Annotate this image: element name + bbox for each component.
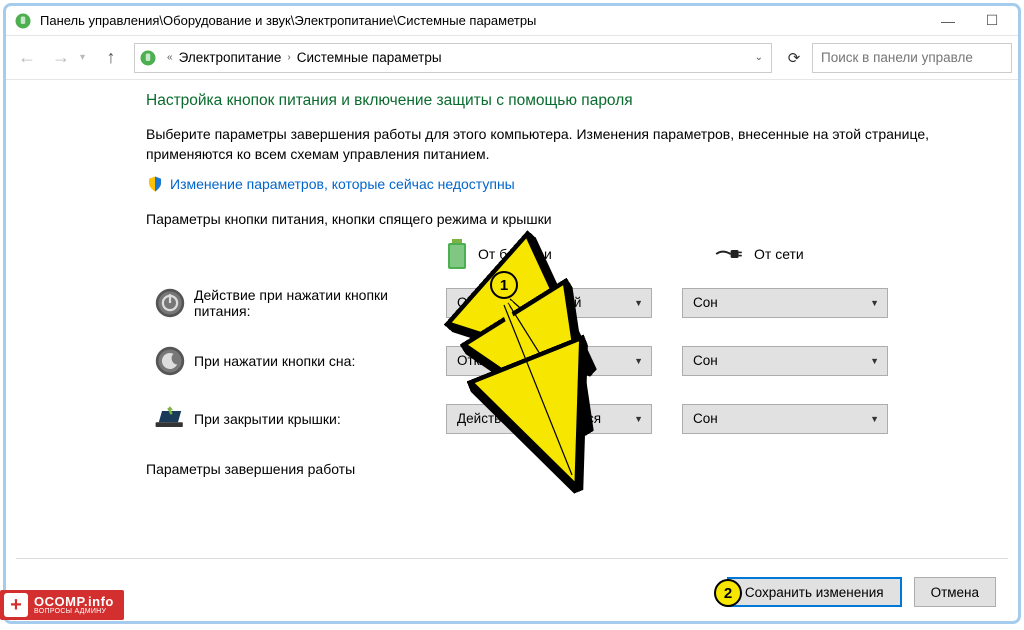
- page-heading: Настройка кнопок питания и включение защ…: [146, 92, 982, 110]
- col-battery-label: От батареи: [478, 246, 552, 262]
- power-button-icon: [154, 287, 186, 319]
- window-container: Панель управления\Оборудование и звук\Эл…: [3, 3, 1021, 624]
- sleep-battery-combo[interactable]: Отключить дисплей▼: [446, 346, 652, 376]
- page-description: Выберите параметры завершения работы для…: [146, 124, 982, 165]
- power-ac-combo[interactable]: Сон▼: [682, 288, 888, 318]
- chevron-down-icon: ▼: [870, 298, 879, 308]
- breadcrumb-item-1[interactable]: Системные параметры: [297, 50, 442, 65]
- row-power-label: Действие при нажатии кнопки питания:: [194, 287, 446, 319]
- lid-ac-combo[interactable]: Сон▼: [682, 404, 888, 434]
- section-shutdown-header: Параметры завершения работы: [146, 461, 982, 477]
- up-button[interactable]: ↑: [96, 43, 126, 73]
- chevron-down-icon: ▼: [634, 298, 643, 308]
- sleep-ac-combo[interactable]: Сон▼: [682, 346, 888, 376]
- lid-battery-combo[interactable]: Действие не требуется▼: [446, 404, 652, 434]
- settings-grid: От батареи От сети Действие при нажатии …: [146, 239, 982, 435]
- row-power-button: Действие при нажатии кнопки питания: Отк…: [146, 287, 982, 319]
- back-button[interactable]: ←: [12, 43, 42, 73]
- titlebar: Панель управления\Оборудование и звук\Эл…: [6, 6, 1018, 36]
- address-bar[interactable]: « Электропитание › Системные параметры ⌄: [134, 43, 772, 73]
- row-sleep-button: При нажатии кнопки сна: Отключить диспле…: [146, 345, 982, 377]
- annotation-badge-2: 2: [714, 579, 742, 607]
- power-options-icon: [139, 49, 157, 67]
- search-input[interactable]: [821, 50, 1003, 65]
- annotation-badge-1: 1: [490, 271, 518, 299]
- breadcrumb-left-chevron: «: [167, 52, 173, 63]
- uac-link-row: Изменение параметров, которые сейчас нед…: [146, 175, 982, 193]
- chevron-down-icon: ▼: [870, 356, 879, 366]
- cancel-button[interactable]: Отмена: [914, 577, 996, 607]
- row-lid-label: При закрытии крышки:: [194, 411, 446, 427]
- shield-icon: [146, 175, 164, 193]
- col-ac-header: От сети: [714, 246, 982, 262]
- minimize-button[interactable]: —: [926, 7, 970, 35]
- laptop-lid-icon: [154, 403, 186, 435]
- breadcrumb-separator: ›: [287, 52, 290, 63]
- watermark-sub: ВОПРОСЫ АДМИНУ: [34, 608, 114, 615]
- power-battery-combo[interactable]: Отключить дисплей▼: [446, 288, 652, 318]
- chevron-down-icon: ▼: [634, 356, 643, 366]
- row-sleep-label: При нажатии кнопки сна:: [194, 353, 446, 369]
- col-battery-header: От батареи: [446, 239, 714, 269]
- save-button[interactable]: Сохранить изменения: [727, 577, 902, 607]
- window-title: Панель управления\Оборудование и звук\Эл…: [40, 13, 926, 28]
- maximize-button[interactable]: ☐: [970, 7, 1014, 35]
- chevron-down-icon: ▼: [870, 414, 879, 424]
- nav-bar: ← → ▾ ↑ « Электропитание › Системные пар…: [6, 36, 1018, 80]
- address-dropdown-icon[interactable]: ⌄: [755, 52, 763, 63]
- chevron-down-icon: ▼: [634, 414, 643, 424]
- refresh-button[interactable]: ⟳: [780, 44, 808, 72]
- section-buttons-header: Параметры кнопки питания, кнопки спящего…: [146, 211, 982, 227]
- plug-icon: [714, 246, 744, 262]
- uac-change-link[interactable]: Изменение параметров, которые сейчас нед…: [170, 176, 515, 192]
- watermark-main: OCOMP.info: [34, 595, 114, 608]
- history-dropdown[interactable]: ▾: [80, 52, 92, 63]
- action-bar: Сохранить изменения Отмена: [727, 577, 996, 607]
- plus-icon: +: [4, 593, 28, 617]
- sleep-button-icon: [154, 345, 186, 377]
- battery-icon: [446, 239, 468, 269]
- separator: [16, 558, 1008, 559]
- power-options-icon: [14, 12, 32, 30]
- columns-header: От батареи От сети: [146, 239, 982, 269]
- search-box[interactable]: [812, 43, 1012, 73]
- forward-button[interactable]: →: [46, 43, 76, 73]
- breadcrumb-item-0[interactable]: Электропитание: [179, 50, 282, 65]
- watermark-logo: + OCOMP.info ВОПРОСЫ АДМИНУ: [0, 590, 124, 620]
- row-lid-close: При закрытии крышки: Действие не требует…: [146, 403, 982, 435]
- col-ac-label: От сети: [754, 246, 804, 262]
